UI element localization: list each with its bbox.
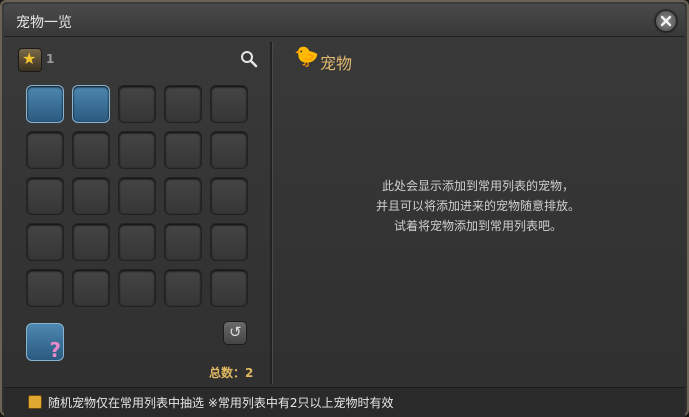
minion-slot-empty[interactable] [72,269,110,307]
favorite-filter-button[interactable]: ★ [18,48,42,72]
favorites-panel: 🐤 宠物 此处会显示添加到常用列表的宠物， 并且可以将添加进来的宠物随意排放。 … [278,42,678,384]
minion-slot-filled[interactable] [26,85,64,123]
minion-slot-empty[interactable] [210,177,248,215]
minion-slot-empty[interactable] [210,269,248,307]
minion-slot-empty[interactable] [26,177,64,215]
minion-grid-panel: ★ 1 ? ↺ 总数：2 [12,42,268,384]
minion-slot-empty[interactable] [26,269,64,307]
minion-slot-empty[interactable] [72,223,110,261]
minion-slot-empty[interactable] [118,223,156,261]
message-line: 试着将宠物添加到常用列表吧。 [393,219,562,233]
minion-slot-empty[interactable] [210,223,248,261]
close-icon [660,15,672,27]
minion-slot-empty[interactable] [72,131,110,169]
favorites-title: 宠物 [320,54,353,73]
favorite-count: 1 [46,52,55,66]
close-button[interactable] [655,10,677,32]
sort-icon: ↺ [229,323,242,341]
chocobo-icon: 🐤 [294,44,319,68]
search-icon[interactable] [240,50,258,68]
sort-button[interactable]: ↺ [223,321,247,345]
minion-slot-empty[interactable] [210,131,248,169]
minion-slot-empty[interactable] [164,269,202,307]
minion-slot-empty[interactable] [164,223,202,261]
random-favorites-checkbox[interactable] [28,395,42,409]
total-count: 总数：2 [209,366,254,380]
minion-slot-empty[interactable] [210,85,248,123]
minion-slot-empty[interactable] [26,131,64,169]
message-line: 此处会显示添加到常用列表的宠物， [381,179,574,193]
minion-slot-empty[interactable] [164,177,202,215]
minion-slot-empty[interactable] [118,85,156,123]
empty-message: 此处会显示添加到常用列表的宠物， 并且可以将添加进来的宠物随意排放。 试着将宠物… [278,176,678,236]
panel-divider [270,42,273,384]
minion-slot-empty[interactable] [164,85,202,123]
checkbox-label: 随机宠物仅在常用列表中抽选 ※常用列表中有2只以上宠物时有效 [48,396,394,410]
footer-bar: 随机宠物仅在常用列表中抽选 ※常用列表中有2只以上宠物时有效 [4,387,685,417]
minion-slot-filled[interactable] [72,85,110,123]
minion-list-window: 宠物一览 ★ 1 ? ↺ 总数：2 🐤 宠物 此处会显示添加到常用列表的宠物， [0,0,689,417]
title-bar[interactable]: 宠物一览 [4,4,685,37]
message-line: 并且可以将添加进来的宠物随意排放。 [375,199,580,213]
star-icon: ★ [22,49,37,68]
window-title: 宠物一览 [16,15,72,31]
minion-slot-empty[interactable] [118,131,156,169]
random-minion-slot[interactable]: ? [26,323,64,362]
minion-slot-empty[interactable] [118,269,156,307]
minion-slot-empty[interactable] [118,177,156,215]
minion-slot-empty[interactable] [26,223,64,261]
minion-slot-empty[interactable] [164,131,202,169]
minion-slot-empty[interactable] [72,177,110,215]
question-mark-icon: ? [49,338,61,362]
